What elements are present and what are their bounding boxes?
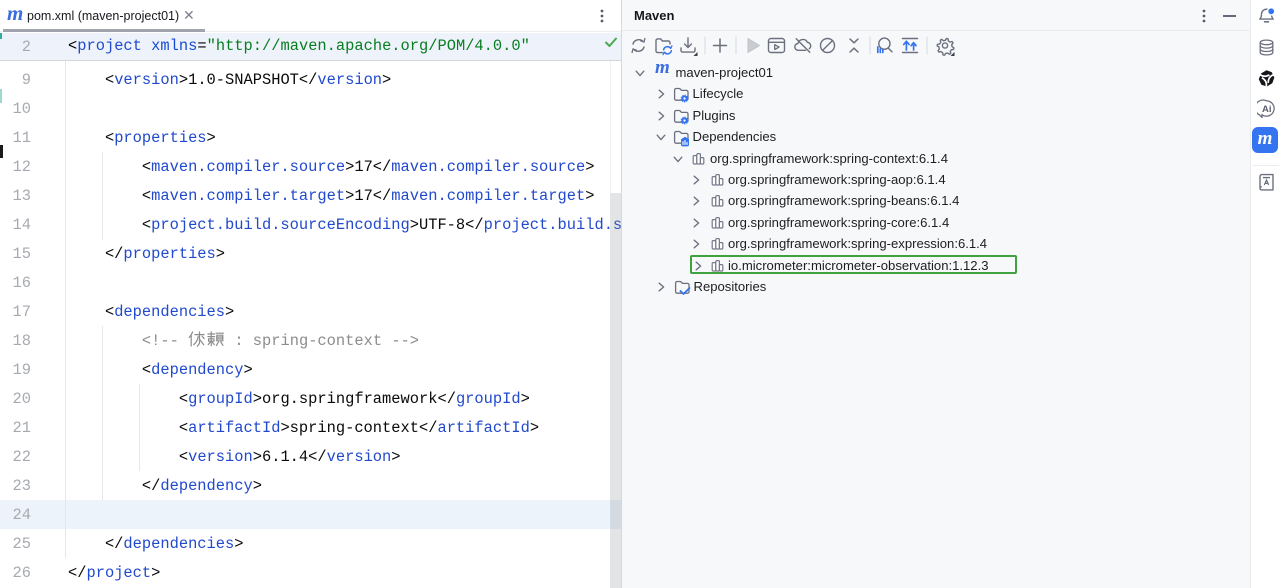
- svg-text:Ai: Ai: [1262, 104, 1272, 115]
